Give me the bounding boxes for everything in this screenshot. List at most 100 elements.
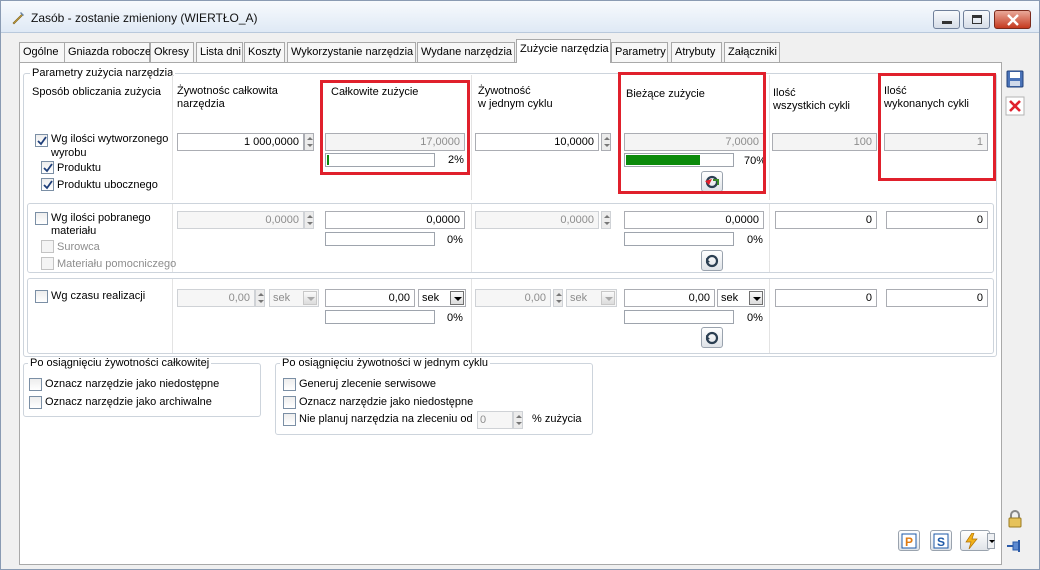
column-separator (172, 75, 173, 200)
time-cycle-life-input[interactable]: 0,00 (475, 289, 551, 307)
maximize-icon (972, 15, 982, 24)
tab-zuzycie-narzedzia[interactable]: Zużycie narzędzia (516, 39, 611, 63)
tab-parametry[interactable]: Parametry (611, 42, 668, 62)
tab-ogolne[interactable]: Ogólne (19, 42, 65, 62)
svg-text:P: P (905, 535, 913, 549)
time-total-life-spinner[interactable] (255, 289, 265, 307)
generate-service-order-checkbox[interactable] (283, 378, 296, 391)
time-total-usage-progress (325, 310, 435, 324)
tab-atrybuty[interactable]: Atrybuty (671, 42, 722, 62)
total-life-reached-legend: Po osiągnięciu żywotności całkowitej (28, 357, 212, 369)
output-total-life-spinner[interactable] (304, 133, 314, 151)
time-total-life-input[interactable]: 0,00 (177, 289, 255, 307)
p-button[interactable]: P (898, 530, 920, 551)
save-button[interactable] (1005, 69, 1027, 89)
maximize-button[interactable] (963, 10, 990, 29)
time-current-usage-unit-select[interactable]: sek (717, 289, 765, 307)
material-total-usage-value: 0,0000 (325, 211, 465, 229)
time-total-usage-unit-select[interactable]: sek (418, 289, 466, 307)
time-current-usage-percent: 0% (747, 312, 763, 324)
output-method-checkbox[interactable] (35, 134, 48, 147)
material-total-usage-percent: 0% (447, 234, 463, 246)
total-life-reached-group: Po osiągnięciu żywotności całkowitej (23, 357, 261, 417)
action-button[interactable] (960, 530, 990, 551)
s-button[interactable]: S (930, 530, 952, 551)
header-cycle-life-line1: Żywotność (478, 85, 531, 97)
product-checkbox[interactable] (41, 161, 54, 174)
do-not-plan-threshold-input[interactable]: 0 (477, 411, 513, 429)
lock-button[interactable] (1005, 509, 1027, 529)
column-separator (471, 204, 472, 272)
total-life-unavailable-label: Oznacz narzędzie jako niedostępne (45, 378, 220, 390)
tab-okresy[interactable]: Okresy (150, 42, 194, 62)
tab-zalaczniki[interactable]: Załączniki (724, 42, 780, 62)
auxiliary-material-checkbox[interactable] (41, 257, 54, 270)
time-total-life-unit-select[interactable]: sek (269, 289, 319, 307)
column-separator (769, 75, 770, 200)
highlight-total-usage (320, 80, 470, 175)
reset-icon (705, 254, 719, 268)
title-bar: Zasób - zostanie zmieniony (WIERTŁO_A) (1, 1, 1039, 33)
output-total-life-input[interactable]: 1 000,0000 (177, 133, 304, 151)
material-total-usage-progress (325, 232, 435, 246)
reset-material-usage-button[interactable] (701, 250, 723, 271)
tab-wykorzystanie-narzedzia[interactable]: Wykorzystanie narzędzia (287, 42, 416, 62)
column-separator (172, 279, 173, 353)
material-cycle-life-spinner[interactable] (601, 211, 611, 229)
material-total-life-input[interactable]: 0,0000 (177, 211, 304, 229)
close-icon (1007, 14, 1019, 26)
raw-material-checkbox[interactable] (41, 240, 54, 253)
tab-koszty[interactable]: Koszty (244, 42, 285, 62)
minimize-icon (942, 21, 952, 24)
cycle-life-reached-legend: Po osiągnięciu żywotności w jednym cyklu (280, 357, 491, 369)
pin-button[interactable] (1005, 536, 1027, 556)
material-cycle-life-input[interactable]: 0,0000 (475, 211, 599, 229)
svg-text:S: S (937, 535, 945, 549)
cancel-button[interactable] (1005, 96, 1027, 116)
usage-params-legend: Parametry zużycia narzędzia (30, 67, 176, 79)
output-cycle-life-spinner[interactable] (601, 133, 611, 151)
tab-content: Parametry zużycia narzędzia Sposób oblic… (19, 62, 1002, 565)
total-life-unavailable-checkbox[interactable] (29, 378, 42, 391)
window-title: Zasób - zostanie zmieniony (WIERTŁO_A) (31, 11, 258, 25)
action-dropdown[interactable] (987, 533, 995, 549)
cycle-unavailable-checkbox[interactable] (283, 396, 296, 409)
time-cycle-life-spinner[interactable] (553, 289, 563, 307)
column-separator (769, 279, 770, 353)
chevron-down-icon (749, 291, 763, 305)
do-not-plan-label: Nie planuj narzędzia na zleceniu od (299, 413, 473, 425)
byproduct-checkbox[interactable] (41, 178, 54, 191)
do-not-plan-checkbox[interactable] (283, 413, 296, 426)
save-icon (1006, 70, 1024, 88)
output-cycle-life-input[interactable]: 10,0000 (475, 133, 599, 151)
tab-lista-dni[interactable]: Lista dni (196, 42, 243, 62)
output-all-cycles-value: 100 (772, 133, 877, 151)
total-life-archive-checkbox[interactable] (29, 396, 42, 409)
tab-wydane-narzedzia[interactable]: Wydane narzędzia (417, 42, 515, 62)
header-all-cycles-line2: wszystkich cykli (773, 100, 851, 112)
minimize-button[interactable] (933, 10, 960, 29)
column-separator (471, 279, 472, 353)
material-total-life-spinner[interactable] (304, 211, 314, 229)
material-all-cycles-value: 0 (775, 211, 877, 229)
cycle-unavailable-label: Oznacz narzędzie jako niedostępne (299, 396, 474, 408)
tab-gniazda-robocze[interactable]: Gniazda robocze (64, 42, 151, 62)
cancel-icon (1005, 96, 1025, 116)
material-method-label-line1: Wg ilości pobranego (51, 212, 151, 224)
highlight-done-cycles (878, 73, 996, 181)
material-current-usage-progress (624, 232, 734, 246)
time-all-cycles-value: 0 (775, 289, 877, 307)
byproduct-label: Produktu ubocznego (57, 179, 158, 191)
do-not-plan-threshold-spinner[interactable] (513, 411, 523, 429)
material-method-checkbox[interactable] (35, 212, 48, 225)
header-cycle-life-line2: w jednym cyklu (478, 98, 553, 110)
time-method-checkbox[interactable] (35, 290, 48, 303)
material-current-usage-percent: 0% (747, 234, 763, 246)
close-button[interactable] (994, 10, 1031, 29)
checkmark-icon (43, 180, 53, 190)
output-method-label-line1: Wg ilości wytworzonego (51, 133, 169, 145)
material-current-usage-value: 0,0000 (624, 211, 764, 229)
time-cycle-life-unit-select[interactable]: sek (566, 289, 617, 307)
reset-time-usage-button[interactable] (701, 327, 723, 348)
selected-unit: sek (273, 292, 291, 304)
